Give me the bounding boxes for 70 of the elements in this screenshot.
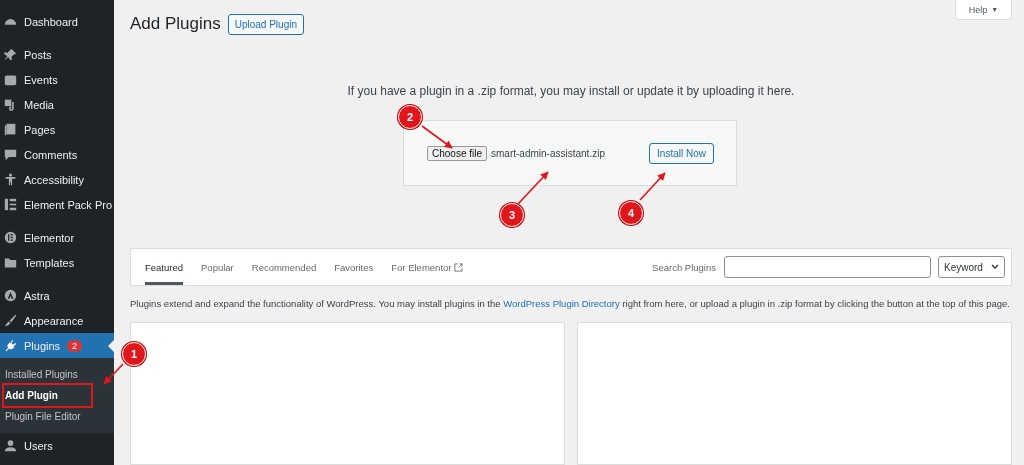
- step-number: 2: [398, 105, 422, 129]
- count-badge: 2: [67, 339, 83, 352]
- menu-label: Plugins: [24, 339, 61, 352]
- menu-item[interactable]: Accessibility: [0, 167, 114, 192]
- install-now-button[interactable]: Install Now: [649, 142, 714, 164]
- filter-tab[interactable]: Favorites: [334, 249, 374, 285]
- arrow: [422, 126, 452, 148]
- plug-icon: [4, 339, 17, 352]
- file-name: smart-admin-assistant.zip: [491, 147, 605, 159]
- menu-label: Media: [24, 98, 54, 111]
- menu-item[interactable]: Dashboard: [0, 9, 114, 34]
- menu-label: Dashboard: [24, 15, 78, 28]
- bars-icon: [4, 198, 17, 211]
- menu-item[interactable]: Events: [0, 67, 114, 92]
- submenu-item[interactable]: Plugin File Editor: [0, 406, 114, 427]
- menu-label: Elementor: [24, 231, 75, 244]
- plugin-directory-link[interactable]: WordPress Plugin Directory: [503, 298, 620, 309]
- menu-item[interactable]: Element Pack Pro: [0, 192, 114, 217]
- search-field[interactable]: [724, 256, 931, 278]
- step-number: 3: [500, 203, 524, 227]
- menu-item[interactable]: Users: [0, 433, 114, 458]
- menu-label: Events: [24, 73, 58, 86]
- filter-tab[interactable]: Popular: [201, 249, 234, 285]
- menu-item[interactable]: Elementor: [0, 225, 114, 250]
- menu-label: Templates: [24, 256, 75, 269]
- comment-icon: [4, 148, 17, 161]
- circle-logo-icon: [4, 289, 17, 302]
- chevron-down-icon: [991, 264, 999, 270]
- step-number: 4: [619, 201, 643, 225]
- pin-icon: [4, 48, 17, 61]
- filter-tab[interactable]: For Elementor: [391, 249, 464, 285]
- filter-tab[interactable]: Recommended: [251, 249, 317, 285]
- menu-label: Appearance: [24, 314, 84, 327]
- brush-icon: [4, 314, 17, 327]
- arrow: [640, 173, 665, 200]
- arrow: [518, 172, 548, 204]
- menu-item[interactable]: Media: [0, 92, 114, 117]
- menu-item[interactable]: Templates: [0, 250, 114, 275]
- menu-item[interactable]: Plugins 2: [0, 333, 114, 358]
- step-number: 1: [122, 342, 146, 366]
- person-icon: [4, 173, 17, 186]
- upload-plugin-button[interactable]: Upload Plugin: [227, 13, 304, 35]
- menu-label: Element Pack Pro: [24, 198, 113, 211]
- menu-item[interactable]: Astra: [0, 283, 114, 308]
- circle-logo-icon: [4, 231, 17, 244]
- upload-instructions: If you have a plugin in a .zip format, you may install or update it by uploading it here.: [346, 84, 796, 98]
- menu-item[interactable]: Posts: [0, 42, 114, 67]
- media-icon: [4, 98, 17, 111]
- submenu-item[interactable]: Add Plugin: [0, 385, 114, 406]
- menu-label: Users: [24, 439, 53, 452]
- menu-item[interactable]: Pages: [0, 117, 114, 142]
- calendar-icon: [4, 73, 17, 86]
- folder-icon: [4, 256, 17, 269]
- pages-icon: [4, 123, 17, 136]
- page-title: Add Plugins: [130, 14, 221, 34]
- choose-file-button[interactable]: Choose file: [427, 145, 488, 161]
- search-type-select[interactable]: Keyword: [938, 256, 1005, 278]
- menu-label: Pages: [24, 123, 56, 136]
- menu-label: Posts: [24, 48, 52, 61]
- menu-item[interactable]: Appearance: [0, 308, 114, 333]
- user-icon: [4, 439, 17, 452]
- description-text: Plugins extend and expand the functionality of WordPress. You may install plugins in the WordPress Plugin Directory right from here, or upload a plugin in .zip format by clicking the button at the top of this page.: [130, 297, 1011, 311]
- submenu-item[interactable]: Installed Plugins: [0, 364, 114, 385]
- menu-label: Astra: [24, 289, 50, 302]
- menu-label: Accessibility: [24, 173, 84, 186]
- search-label: Search Plugins: [652, 261, 716, 273]
- arrow: [104, 364, 123, 384]
- filter-tab[interactable]: Featured: [145, 249, 184, 285]
- menu-item[interactable]: Comments: [0, 142, 114, 167]
- menu-label: Comments: [24, 148, 78, 161]
